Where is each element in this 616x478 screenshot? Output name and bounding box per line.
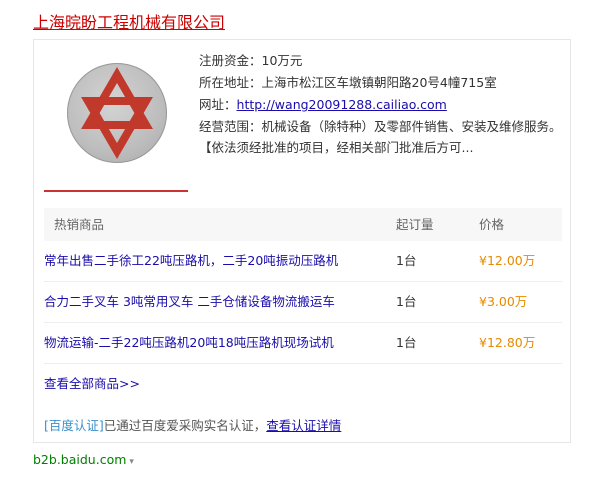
table-row: 物流运输-二手22吨压路机20吨18吨压路机现场试机 1台 ¥12.80万 [44,323,562,364]
company-info: 注册资金：10万元 所在地址：上海市松江区车墩镇朝阳路20号4幢715室 网址：… [199,50,564,158]
baidu-cert-badge[interactable]: [百度认证] [44,418,104,433]
hot-products-table: 热销商品 起订量 价格 常年出售二手徐工22吨压路机，二手20吨振动压路机 1台… [44,208,562,364]
chevron-down-icon[interactable]: ▾ [129,457,134,467]
website-link[interactable]: http://wang20091288.cailiao.com [237,97,447,112]
product-price: ¥12.80万 [479,335,536,350]
result-card: 注册资金：10万元 所在地址：上海市松江区车墩镇朝阳路20号4幢715室 网址：… [33,39,571,443]
registered-capital: 注册资金：10万元 [199,53,303,68]
cert-details-link[interactable]: 查看认证详情 [266,418,341,433]
product-price: ¥12.00万 [479,253,536,268]
company-logo [67,63,167,163]
min-order: 1台 [396,253,417,268]
company-title-link[interactable]: 上海晥盼工程机械有限公司 [33,9,225,33]
header-min-order: 起订量 [396,217,434,232]
result-footer: b2b.baidu.com ▾ [33,452,134,467]
company-address: 所在地址：上海市松江区车墩镇朝阳路20号4幢715室 [199,75,497,90]
table-row: 常年出售二手徐工22吨压路机，二手20吨振动压路机 1台 ¥12.00万 [44,241,562,282]
product-link[interactable]: 物流运输-二手22吨压路机20吨18吨压路机现场试机 [44,323,334,363]
header-price: 价格 [479,217,505,232]
view-all-products-link[interactable]: 查看全部商品>> [44,373,140,392]
min-order: 1台 [396,294,417,309]
source-domain: b2b.baidu.com [33,452,127,467]
header-product: 热销商品 [54,217,105,232]
cert-text: 已通过百度爱采购实名认证， [103,418,267,433]
min-order: 1台 [396,335,417,350]
business-scope: 经营范围：机械设备（除特种）及零部件销售、安装及维修服务。【依法须经批准的项目，… [199,119,562,155]
product-price: ¥3.00万 [479,294,528,309]
product-link[interactable]: 合力二手叉车 3吨常用叉车 二手仓储设备物流搬运车 [44,282,335,322]
table-header: 热销商品 起订量 价格 [44,208,562,241]
company-website: 网址：http://wang20091288.cailiao.com [199,94,564,116]
product-link[interactable]: 常年出售二手徐工22吨压路机，二手20吨振动压路机 [44,241,338,281]
star-logo-icon [81,67,153,159]
certification-line: [百度认证]已通过百度爱采购实名认证，查看认证详情 [44,415,341,434]
website-label: 网址： [199,97,237,112]
logo-divider [44,190,188,192]
table-row: 合力二手叉车 3吨常用叉车 二手仓储设备物流搬运车 1台 ¥3.00万 [44,282,562,323]
